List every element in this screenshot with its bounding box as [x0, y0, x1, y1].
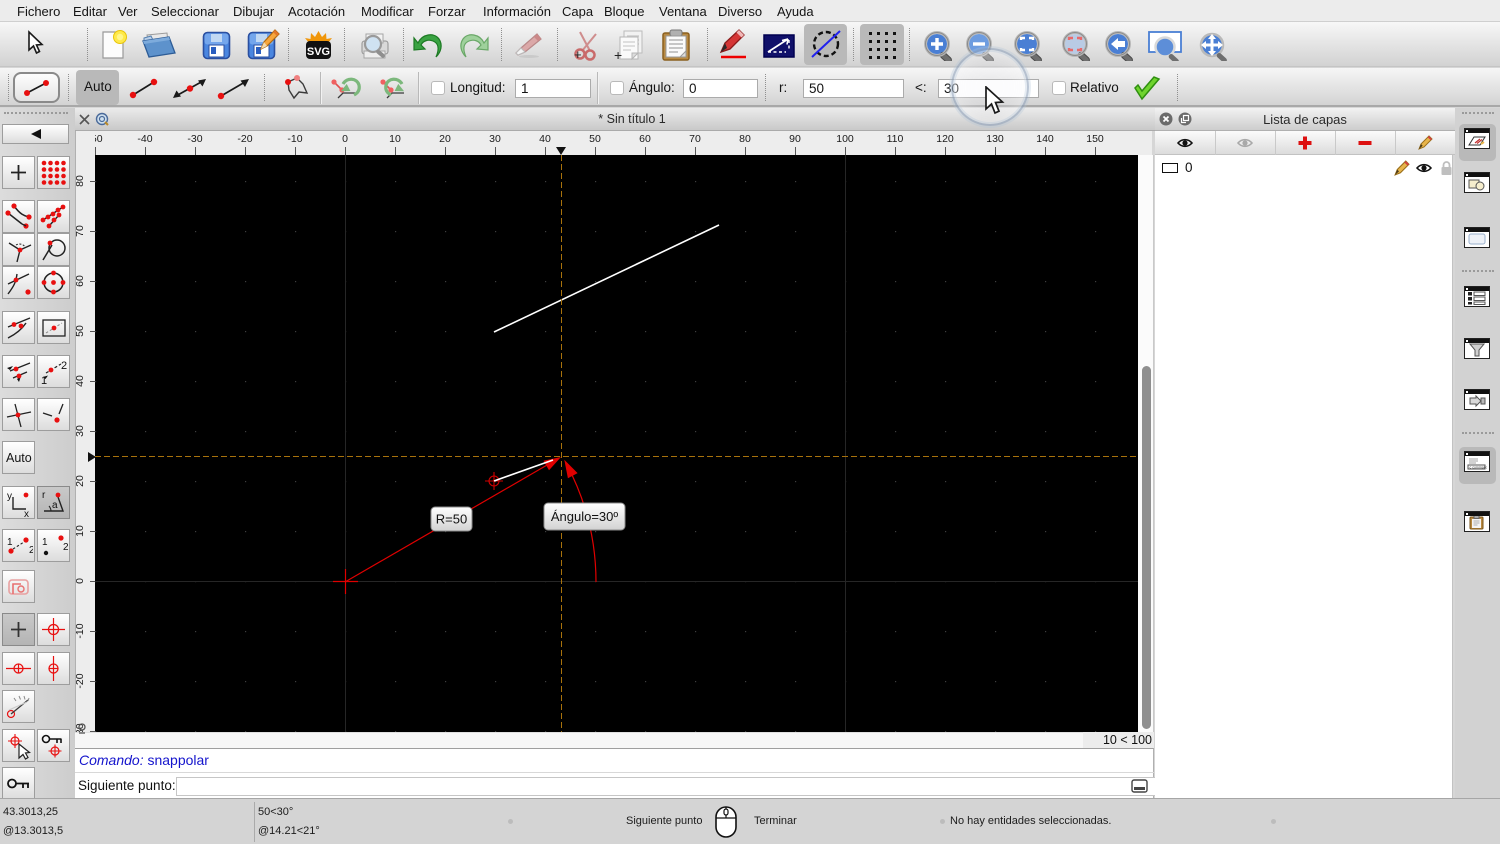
- svg-text:2: 2: [61, 360, 67, 372]
- svg-text:2: 2: [63, 542, 68, 553]
- svg-text:c command: c command: [1470, 465, 1488, 469]
- svg-text:R=50: R=50: [436, 512, 467, 527]
- svg-text:1: 1: [42, 537, 48, 548]
- svg-text:2: 2: [29, 545, 33, 556]
- svg-text:+: +: [574, 47, 582, 61]
- svg-text:x: x: [24, 509, 29, 517]
- svg-text:1: 1: [7, 537, 13, 548]
- svg-text:Auto: Auto: [6, 451, 32, 465]
- svg-text:+: +: [614, 47, 622, 61]
- svg-text:SVG: SVG: [307, 46, 330, 58]
- svg-text:y: y: [7, 491, 12, 502]
- svg-text:a: a: [52, 500, 58, 511]
- svg-text:r: r: [42, 490, 46, 501]
- svg-text:Ángulo=30º: Ángulo=30º: [551, 509, 619, 524]
